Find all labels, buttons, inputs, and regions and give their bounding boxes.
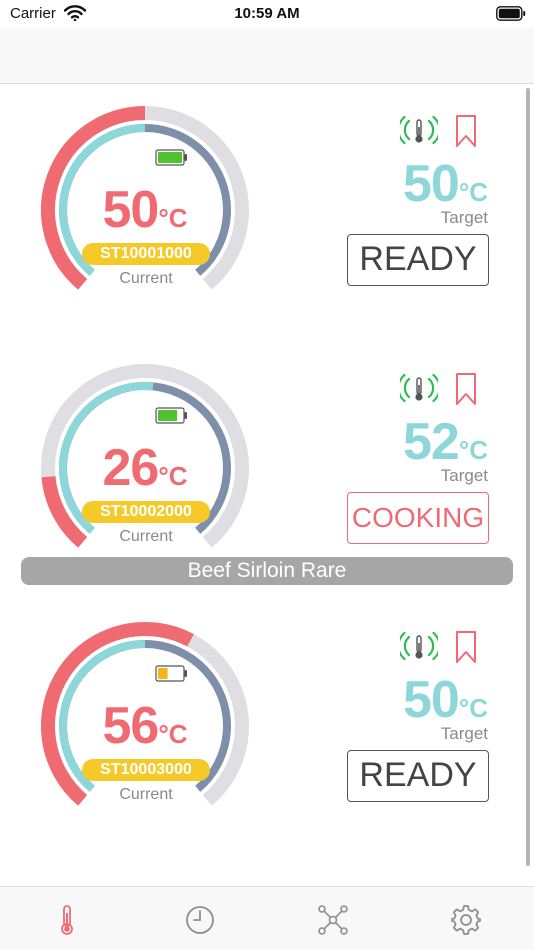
current-temperature-value: 56 (102, 697, 159, 755)
cook-status-badge[interactable]: COOKING (347, 492, 489, 544)
probe-signal-icon[interactable] (400, 630, 438, 662)
probe-id-badge: ST10003000 (82, 759, 210, 781)
status-bar: Carrier 10:59 AM (0, 0, 534, 28)
navigation-bar (0, 28, 534, 84)
target-temperature: 50°C (330, 670, 488, 730)
status-time: 10:59 AM (234, 5, 300, 22)
scroll-indicator[interactable] (526, 88, 530, 866)
target-label: Target (440, 724, 488, 743)
cook-status-badge[interactable]: READY (347, 234, 489, 286)
current-temperature-unit: °C (158, 719, 188, 749)
bookmark-icon[interactable] (455, 114, 477, 148)
target-label: Target (440, 208, 488, 227)
current-label: Current (119, 270, 173, 287)
battery-icon (155, 665, 187, 682)
probe-card[interactable]: 56°C ST10003000 Current 50°C Target READ… (0, 616, 522, 856)
current-temperature-value: 26 (102, 439, 159, 497)
current-temperature-unit: °C (158, 203, 188, 233)
target-temperature-unit: °C (458, 435, 488, 465)
target-temperature: 50°C (330, 154, 488, 214)
gear-icon[interactable] (449, 903, 483, 937)
probe-id-badge: ST10002000 (82, 501, 210, 523)
probe-card[interactable]: 50°C ST10001000 Current 50°C Target READ… (0, 100, 522, 340)
cook-status-badge[interactable]: READY (347, 750, 489, 802)
probe-signal-icon[interactable] (400, 372, 438, 404)
target-temperature-unit: °C (458, 693, 488, 723)
tab-bar (0, 886, 534, 950)
target-temperature-value: 52 (402, 413, 460, 471)
current-temperature-unit: °C (158, 461, 188, 491)
probe-signal-icon[interactable] (400, 114, 438, 146)
battery-icon (155, 407, 187, 424)
bookmark-icon[interactable] (455, 630, 477, 664)
current-temperature: 26°C (92, 438, 198, 498)
thermometer-icon[interactable] (50, 903, 84, 937)
current-temperature: 56°C (92, 696, 198, 756)
probe-id-badge: ST10001000 (82, 243, 210, 265)
target-temperature-value: 50 (402, 671, 460, 729)
clock-icon[interactable] (183, 903, 217, 937)
network-icon[interactable] (316, 903, 350, 937)
battery-icon (155, 149, 187, 166)
target-temperature: 52°C (330, 412, 488, 472)
current-temperature: 50°C (92, 180, 198, 240)
current-label: Current (119, 786, 173, 803)
current-temperature-value: 50 (102, 181, 159, 239)
bookmark-icon[interactable] (455, 372, 477, 406)
target-label: Target (440, 466, 488, 485)
current-label: Current (119, 528, 173, 545)
battery-status-icon (496, 6, 526, 21)
target-temperature-unit: °C (458, 177, 488, 207)
target-temperature-value: 50 (402, 155, 460, 213)
recipe-name-bar[interactable]: Beef Sirloin Rare (21, 557, 513, 585)
